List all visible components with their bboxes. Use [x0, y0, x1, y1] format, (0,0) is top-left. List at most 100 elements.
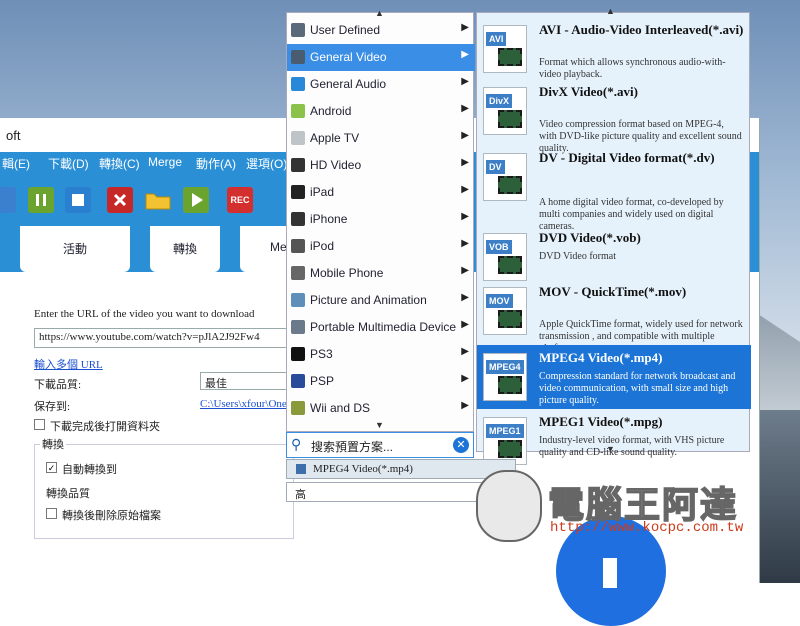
- search-input[interactable]: 搜索預置方案...: [311, 438, 393, 455]
- category-label: iPhone: [310, 212, 348, 226]
- format-description: Industry-level video format, with VHS pi…: [539, 435, 725, 458]
- chevron-right-icon: ▶: [461, 49, 469, 60]
- format-description: DVD Video format: [539, 251, 616, 262]
- category-item[interactable]: iPhone ▶: [287, 206, 475, 233]
- category-item[interactable]: Mobile Phone ▶: [287, 260, 475, 287]
- category-item[interactable]: Apple TV ▶: [287, 125, 475, 152]
- hd-icon: [291, 158, 305, 172]
- category-label: Portable Multimedia Device: [310, 320, 457, 334]
- pause-button[interactable]: [28, 187, 54, 213]
- chevron-right-icon: ▶: [461, 238, 469, 249]
- convert-group-label: 轉換: [40, 436, 66, 452]
- open-folder-label: 下載完成後打開資料夾: [50, 421, 160, 433]
- category-item[interactable]: PSP ▶: [287, 368, 475, 395]
- category-item[interactable]: Picture and Animation ▶: [287, 287, 475, 314]
- format-file-icon: [296, 464, 306, 474]
- close-icon: [113, 193, 127, 207]
- url-prompt: Enter the URL of the video you want to d…: [34, 308, 255, 320]
- tab-activity[interactable]: 活動: [20, 226, 130, 272]
- psp-icon: [291, 374, 305, 388]
- category-item[interactable]: User Defined ▶: [287, 17, 475, 44]
- open-folder-button[interactable]: [144, 187, 171, 213]
- chevron-right-icon: ▶: [461, 103, 469, 114]
- menu-merge[interactable]: Merge: [148, 155, 182, 169]
- auto-convert-label: 自動轉換到: [62, 464, 117, 476]
- category-label: Wii and DS: [310, 401, 371, 415]
- format-description: Compression standard for network broadca…: [539, 371, 736, 406]
- url-input[interactable]: https://www.youtube.com/watch?v=pJlA2J92…: [34, 328, 294, 348]
- user-icon: [291, 23, 305, 37]
- video-file-icon: VOB: [483, 233, 527, 281]
- window-title: oft: [6, 128, 21, 143]
- stop-button[interactable]: [65, 187, 91, 213]
- iphone-icon: [291, 212, 305, 226]
- category-label: Picture and Animation: [310, 293, 427, 307]
- category-item[interactable]: iPad ▶: [287, 179, 475, 206]
- format-name: MOV - QuickTime(*.mov): [539, 284, 687, 299]
- category-label: iPad: [310, 185, 335, 199]
- tab-convert[interactable]: 轉換: [150, 226, 220, 272]
- toolbar-partial-button[interactable]: [0, 187, 16, 213]
- quality-label: 下載品質:: [34, 379, 82, 391]
- category-item[interactable]: General Video ▶: [287, 44, 475, 71]
- format-item[interactable]: MOV MOV - QuickTime(*.mov) Apple QuickTime…: [477, 279, 751, 354]
- format-item[interactable]: DV DV - Digital Video format(*.dv) A home …: [477, 145, 751, 232]
- category-item[interactable]: PS3 ▶: [287, 341, 475, 368]
- format-scroll-up-icon[interactable]: ▲: [606, 6, 615, 16]
- category-item[interactable]: Portable Multimedia Device ▶: [287, 314, 475, 341]
- category-item[interactable]: Android ▶: [287, 98, 475, 125]
- delete-original-label: 轉換後刪除原始檔案: [62, 510, 161, 522]
- clear-icon[interactable]: ✕: [453, 437, 469, 453]
- multi-url-link[interactable]: 輸入多個 URL: [34, 356, 103, 372]
- delete-original-checkbox[interactable]: [46, 508, 57, 519]
- format-name: DV - Digital Video format(*.dv): [539, 150, 715, 165]
- menu-download[interactable]: 下載(D): [48, 155, 89, 172]
- save-path-link[interactable]: C:\Users\xfour\OneD: [200, 398, 295, 410]
- music-note-icon: [291, 77, 305, 91]
- video-file-icon: MPEG1: [483, 417, 527, 465]
- android-icon: [291, 104, 305, 118]
- current-format-select[interactable]: MPEG4 Video(*.mp4): [286, 459, 516, 479]
- watermark-mascot-logo: [476, 470, 542, 542]
- format-item[interactable]: AVI AVI - Audio-Video Interleaved(*.avi) F…: [477, 17, 751, 81]
- menu-edit[interactable]: 輯(E): [2, 155, 30, 172]
- device-icon: [291, 320, 305, 334]
- format-item[interactable]: MPEG1 MPEG1 Video(*.mpg) Industry-level vi…: [477, 409, 751, 473]
- film-strip-icon: [498, 376, 522, 394]
- category-item[interactable]: iPod ▶: [287, 233, 475, 260]
- category-item[interactable]: Wii and DS ▶: [287, 395, 475, 422]
- format-badge: DivX: [486, 94, 513, 108]
- category-label: General Video: [310, 50, 387, 64]
- play-button[interactable]: [183, 187, 209, 213]
- preset-search-box[interactable]: ⚲ 搜索預置方案... ✕: [286, 432, 474, 458]
- delete-button[interactable]: [107, 187, 133, 213]
- menu-convert[interactable]: 轉換(C): [99, 155, 140, 172]
- category-item[interactable]: HD Video ▶: [287, 152, 475, 179]
- play-icon: [192, 193, 203, 207]
- format-list: AVI AVI - Audio-Video Interleaved(*.avi) F…: [476, 12, 751, 465]
- menu-options[interactable]: 選項(O): [246, 155, 287, 172]
- menu-action[interactable]: 動作(A): [196, 155, 236, 172]
- record-button[interactable]: REC: [227, 187, 253, 213]
- film-strip-icon: [498, 310, 522, 328]
- format-item[interactable]: MPEG4 MPEG4 Video(*.mp4) Compression stand…: [477, 345, 751, 409]
- scroll-up-arrow-icon[interactable]: ▲: [375, 8, 384, 18]
- film-strip-icon: [498, 48, 522, 66]
- apple-tv-icon: [291, 131, 305, 145]
- category-label: PSP: [310, 374, 335, 388]
- format-item[interactable]: DivX DivX Video(*.avi) Video compression f…: [477, 79, 751, 154]
- ipod-icon: [291, 239, 305, 253]
- stop-icon: [72, 194, 84, 206]
- open-folder-checkbox[interactable]: [34, 419, 45, 430]
- video-file-icon: DV: [483, 153, 527, 201]
- watermark-url: http://www.kocpc.com.tw: [550, 520, 744, 536]
- format-scroll-down-icon[interactable]: ▼: [606, 444, 615, 454]
- auto-convert-checkbox[interactable]: ✓: [46, 462, 57, 473]
- chevron-right-icon: ▶: [461, 184, 469, 195]
- category-item[interactable]: General Audio ▶: [287, 71, 475, 98]
- save-label: 保存到:: [34, 401, 71, 413]
- quality-select[interactable]: 最佳: [200, 372, 290, 390]
- format-name: DivX Video(*.avi): [539, 84, 638, 99]
- film-strip-icon: [498, 176, 522, 194]
- scroll-down-arrow-icon[interactable]: ▼: [375, 420, 384, 430]
